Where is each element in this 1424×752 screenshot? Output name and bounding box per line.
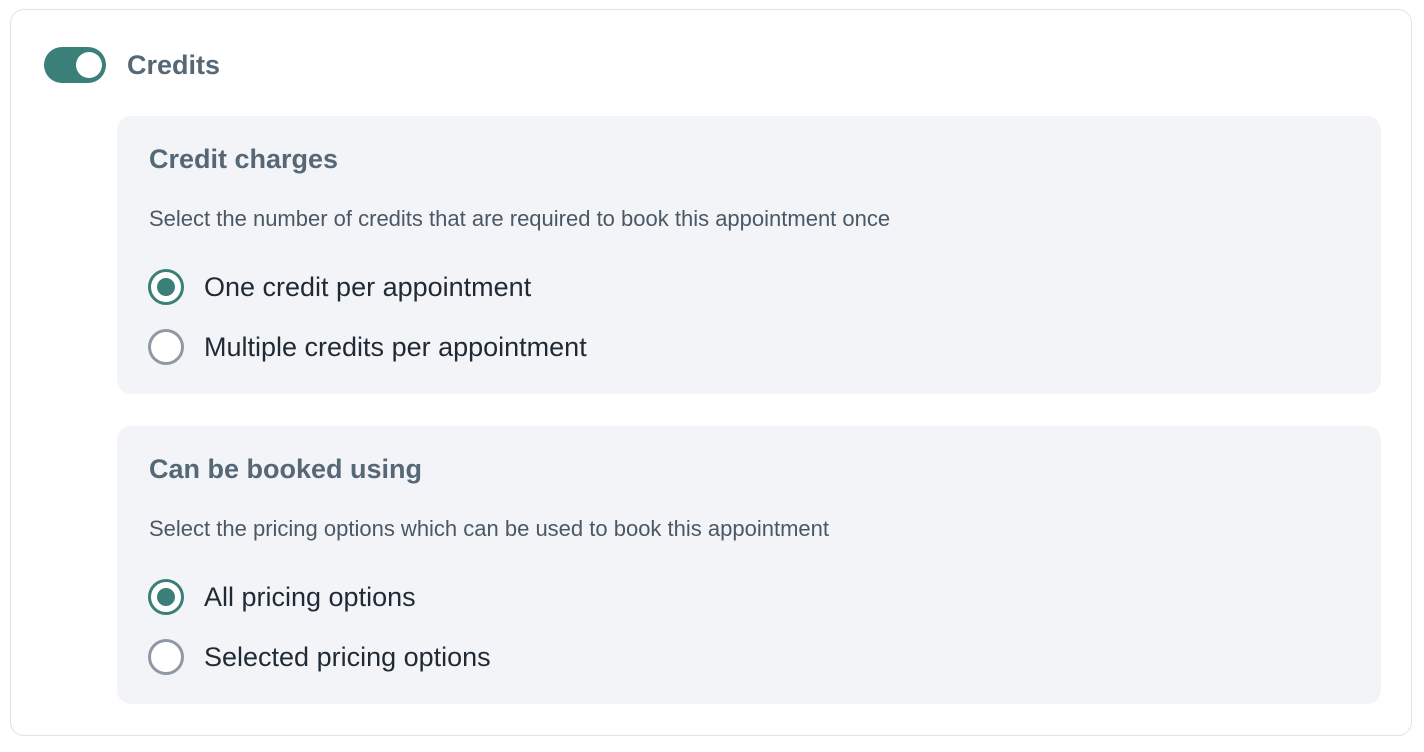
credits-header: Credits — [44, 47, 220, 83]
radio-selected-pricing-options[interactable]: Selected pricing options — [148, 639, 491, 675]
credits-label: Credits — [127, 49, 221, 80]
radio-button[interactable] — [148, 639, 184, 675]
radio-button[interactable] — [148, 329, 184, 365]
credit-charges-title: Credit charges — [149, 144, 339, 174]
credits-card: Credits Credit charges Select the number… — [10, 9, 1412, 736]
radio-button[interactable] — [148, 579, 184, 615]
booked-using-title: Can be booked using — [149, 454, 423, 484]
credit-charges-description: Select the number of credits that are re… — [149, 206, 891, 231]
booked-using-description: Select the pricing options which can be … — [149, 516, 829, 541]
radio-label: Multiple credits per appointment — [204, 331, 587, 362]
credit-charges-section: Credit charges Select the number of cred… — [117, 116, 1381, 394]
toggle-knob — [76, 52, 102, 78]
radio-one-credit[interactable]: One credit per appointment — [148, 269, 531, 305]
radio-multiple-credits[interactable]: Multiple credits per appointment — [148, 329, 587, 365]
radio-label: Selected pricing options — [204, 641, 491, 672]
radio-button[interactable] — [148, 269, 184, 305]
booked-using-section: Can be booked using Select the pricing o… — [117, 426, 1381, 704]
radio-label: One credit per appointment — [204, 271, 532, 302]
radio-all-pricing-options[interactable]: All pricing options — [148, 579, 416, 615]
radio-label: All pricing options — [204, 581, 416, 612]
credits-toggle[interactable] — [44, 47, 106, 83]
